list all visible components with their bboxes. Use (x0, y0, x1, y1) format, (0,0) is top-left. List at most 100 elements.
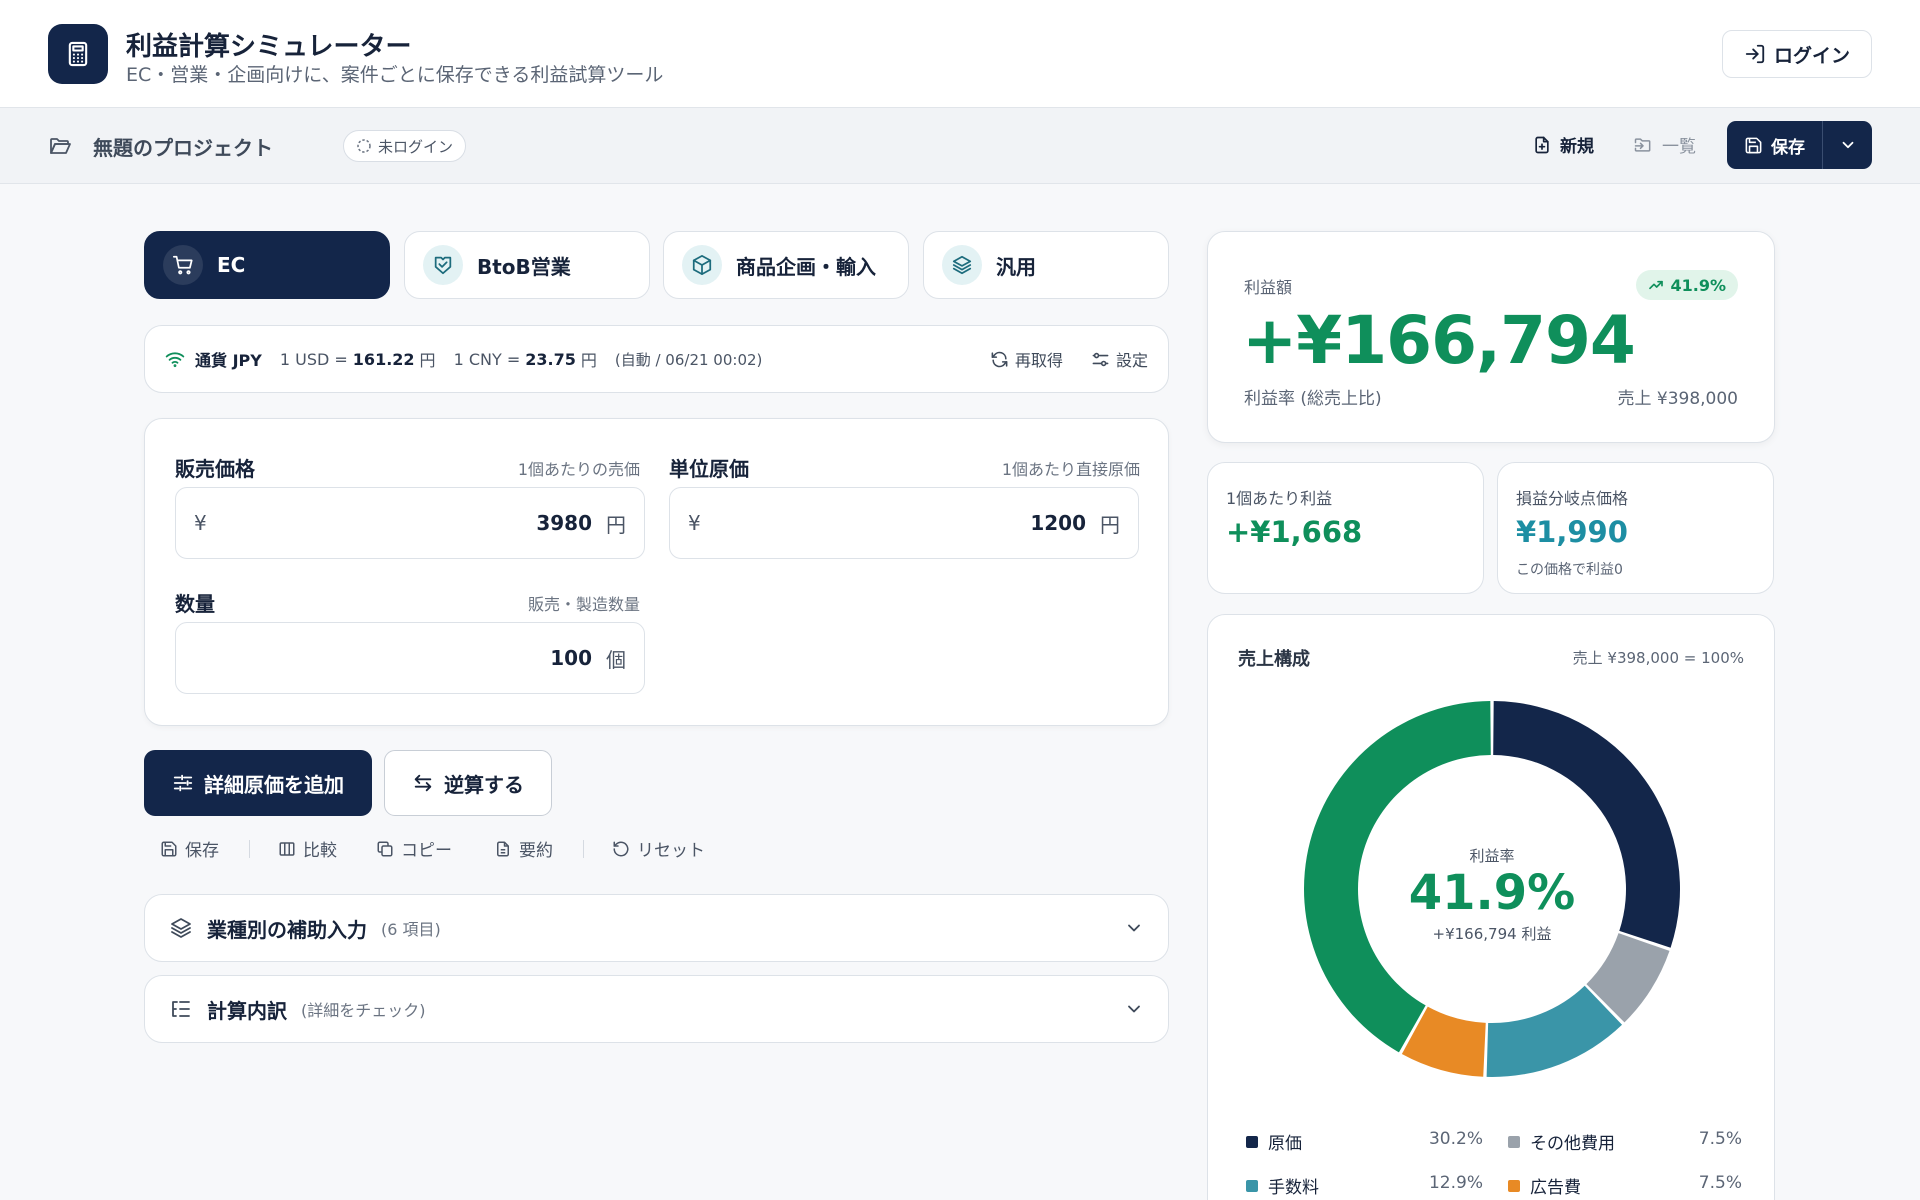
tool-compare[interactable]: 比較 (278, 836, 337, 861)
file-plus-icon (1535, 136, 1549, 153)
save-button-group: 保存 (1727, 121, 1872, 169)
currency-label: 通貨 JPY (195, 351, 262, 370)
composition-title: 売上構成 (1238, 649, 1310, 670)
legend-item-ad: 広告費 (1508, 1173, 1581, 1198)
app-header: 利益計算シミュレーター EC・営業・企画向けに、案件ごとに保存できる利益試算ツー… (0, 0, 1920, 108)
chevron-down-icon (1842, 141, 1853, 149)
profit-rate-badge: 41.9% (1636, 270, 1738, 300)
app-subtitle: EC・営業・企画向けに、案件ごとに保存できる利益試算ツール (126, 64, 664, 86)
profit-rate-label: 利益率 (総売上比) (1244, 389, 1382, 409)
divider (583, 840, 584, 858)
refresh-rate-label: 再取得 (1014, 351, 1063, 370)
legend-item-fee: 手数料 (1246, 1173, 1319, 1198)
calc-breakdown-title: 計算内訳 (207, 998, 287, 1023)
calc-breakdown-accordion[interactable]: 計算内訳 (詳細をチェック) (144, 975, 1169, 1043)
new-project-button[interactable]: 新規 (1532, 132, 1594, 157)
profit-summary-card: 利益額 41.9% +¥166,794 利益率 (総売上比) 売上 ¥398,0… (1207, 231, 1775, 443)
usd-unit: 円 (419, 351, 436, 370)
add-detailed-cost-button[interactable]: 詳細原価を追加 (144, 750, 372, 816)
cost-value: 1200 (1030, 511, 1086, 535)
quantity-unit: 個 (606, 647, 626, 672)
layers-icon (171, 918, 191, 938)
legend-item-other: その他費用 (1508, 1129, 1615, 1154)
reverse-calc-button[interactable]: 逆算する (384, 750, 552, 816)
rate-updated-time: (自動 / 06/21 00:02) (614, 350, 763, 369)
tab-ec[interactable]: EC (144, 231, 390, 299)
wifi-icon (165, 352, 185, 368)
save-menu-toggle[interactable] (1823, 121, 1872, 169)
legend-swatch (1246, 1179, 1258, 1192)
layers-icon (942, 245, 982, 285)
cost-prefix: ¥ (688, 511, 701, 535)
inputs-card: 販売価格 1個あたりの売価 ¥ 3980 円 単位原価 1個あたり直接原価 ¥ … (144, 418, 1169, 726)
tool-summary[interactable]: 要約 (494, 836, 553, 861)
price-prefix: ¥ (194, 511, 207, 535)
profit-amount: +¥166,794 (1242, 302, 1636, 379)
unit-profit-card: 1個あたり利益 +¥1,668 (1207, 462, 1484, 594)
columns-icon (279, 841, 295, 856)
save-icon (161, 841, 177, 856)
calculator-icon (48, 24, 108, 84)
breakeven-label: 損益分岐点価格 (1516, 489, 1629, 508)
donut-center-value: 41.9% (1408, 865, 1576, 921)
legend-label: その他費用 (1530, 1134, 1615, 1154)
cost-input[interactable]: ¥ 1200 円 (669, 487, 1139, 559)
project-bar: 無題のプロジェクト 未ログイン 新規 一覧 (0, 108, 1920, 184)
tab-btob[interactable]: BtoB営業 (404, 231, 650, 299)
quantity-hint: 販売・製造数量 (527, 595, 640, 614)
tab-general[interactable]: 汎用 (923, 231, 1169, 299)
cost-label: 単位原価 (669, 457, 749, 481)
tool-save-label: 保存 (185, 841, 219, 861)
legend-label: 手数料 (1268, 1178, 1319, 1198)
login-icon (1745, 44, 1765, 64)
refresh-rate-button[interactable]: 再取得 (990, 347, 1063, 371)
currency-settings-button[interactable]: 設定 (1091, 347, 1148, 371)
legend-swatch (1246, 1135, 1258, 1148)
legend-percent: 30.2% (1428, 1129, 1483, 1149)
project-name[interactable]: 無題のプロジェクト (93, 132, 273, 161)
tab-product-import[interactable]: 商品企画・輸入 (663, 231, 909, 299)
chevron-down-icon (1128, 1005, 1140, 1013)
dashed-circle-icon (357, 139, 371, 153)
legend-percent: 7.5% (1698, 1129, 1742, 1149)
chevron-down-icon (1128, 924, 1140, 932)
profit-label: 利益額 (1244, 278, 1293, 297)
cny-rate: 23.75 (525, 349, 576, 369)
quantity-input[interactable]: 100 個 (175, 622, 645, 694)
industry-helper-title: 業種別の補助入力 (207, 917, 367, 942)
save-icon (1745, 137, 1762, 153)
price-input[interactable]: ¥ 3980 円 (175, 487, 645, 559)
breakeven-value: ¥1,990 (1516, 515, 1628, 549)
login-status-label: 未ログイン (378, 137, 454, 156)
cny-unit: 円 (580, 351, 597, 370)
industry-helper-accordion[interactable]: 業種別の補助入力 (6 項目) (144, 894, 1169, 962)
box-icon (682, 245, 722, 285)
legend-percent: 7.5% (1698, 1173, 1742, 1193)
login-status-badge: 未ログイン (343, 130, 467, 162)
donut-center-label: 利益率 (1469, 847, 1515, 865)
handshake-icon (423, 245, 463, 285)
tool-summary-label: 要約 (519, 841, 553, 861)
login-button[interactable]: ログイン (1722, 30, 1872, 78)
unit-profit-label: 1個あたり利益 (1226, 489, 1333, 508)
reset-icon (613, 841, 629, 856)
donut-center-sub: +¥166,794 利益 (1432, 925, 1552, 943)
industry-helper-count: (6 項目) (381, 920, 441, 939)
tool-compare-label: 比較 (303, 841, 337, 861)
quantity-label: 数量 (175, 592, 215, 616)
copy-icon (377, 841, 393, 856)
sales-total: 売上 ¥398,000 (1617, 389, 1738, 409)
tool-save[interactable]: 保存 (160, 836, 219, 861)
price-label: 販売価格 (175, 457, 255, 481)
tool-reset[interactable]: リセット (612, 836, 705, 861)
tab-product-import-label: 商品企画・輸入 (736, 254, 876, 279)
tool-reset-label: リセット (637, 841, 705, 861)
cart-icon (163, 245, 203, 285)
breakeven-note: この価格で利益0 (1516, 562, 1623, 578)
save-button[interactable]: 保存 (1727, 121, 1823, 169)
document-icon (497, 841, 509, 856)
cost-unit: 円 (1100, 512, 1120, 537)
folder-icon (50, 138, 71, 154)
tool-copy[interactable]: コピー (376, 836, 452, 861)
project-list-button[interactable]: 一覧 (1632, 132, 1696, 157)
